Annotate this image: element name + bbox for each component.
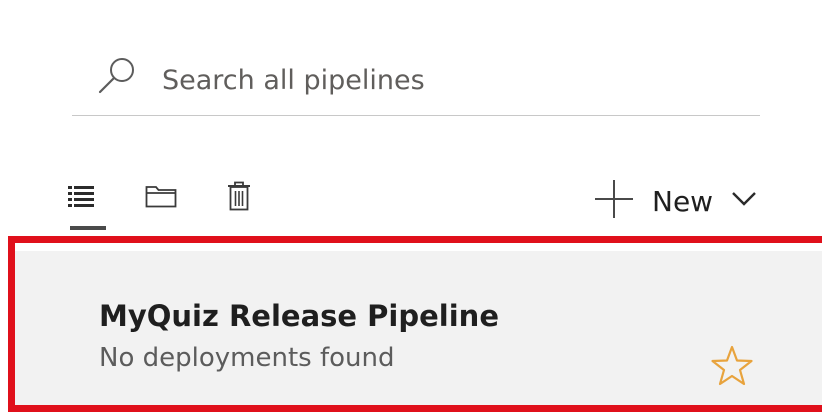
search-input[interactable]	[162, 60, 722, 100]
active-view-indicator	[70, 226, 106, 230]
chevron-down-icon[interactable]	[713, 186, 757, 216]
release-pipelines-panel: New MyQuiz Release Pipeline No deploymen…	[0, 0, 822, 419]
list-icon	[68, 185, 94, 211]
pipeline-list-item[interactable]: MyQuiz Release Pipeline No deployments f…	[8, 236, 822, 412]
favorite-star-button[interactable]	[709, 343, 755, 389]
folder-view-button[interactable]	[145, 180, 177, 216]
plus-icon	[592, 177, 636, 225]
pipeline-row-background: MyQuiz Release Pipeline No deployments f…	[15, 251, 822, 405]
folder-icon	[145, 184, 177, 212]
list-view-button[interactable]	[66, 180, 96, 216]
trash-icon	[227, 181, 251, 215]
star-icon	[709, 345, 755, 393]
search-box[interactable]	[72, 52, 760, 116]
new-button[interactable]: New	[592, 176, 757, 226]
new-button-label: New	[652, 184, 714, 218]
pipeline-status: No deployments found	[99, 343, 395, 373]
pipeline-name[interactable]: MyQuiz Release Pipeline	[99, 299, 499, 333]
deleted-view-button[interactable]	[224, 180, 254, 216]
